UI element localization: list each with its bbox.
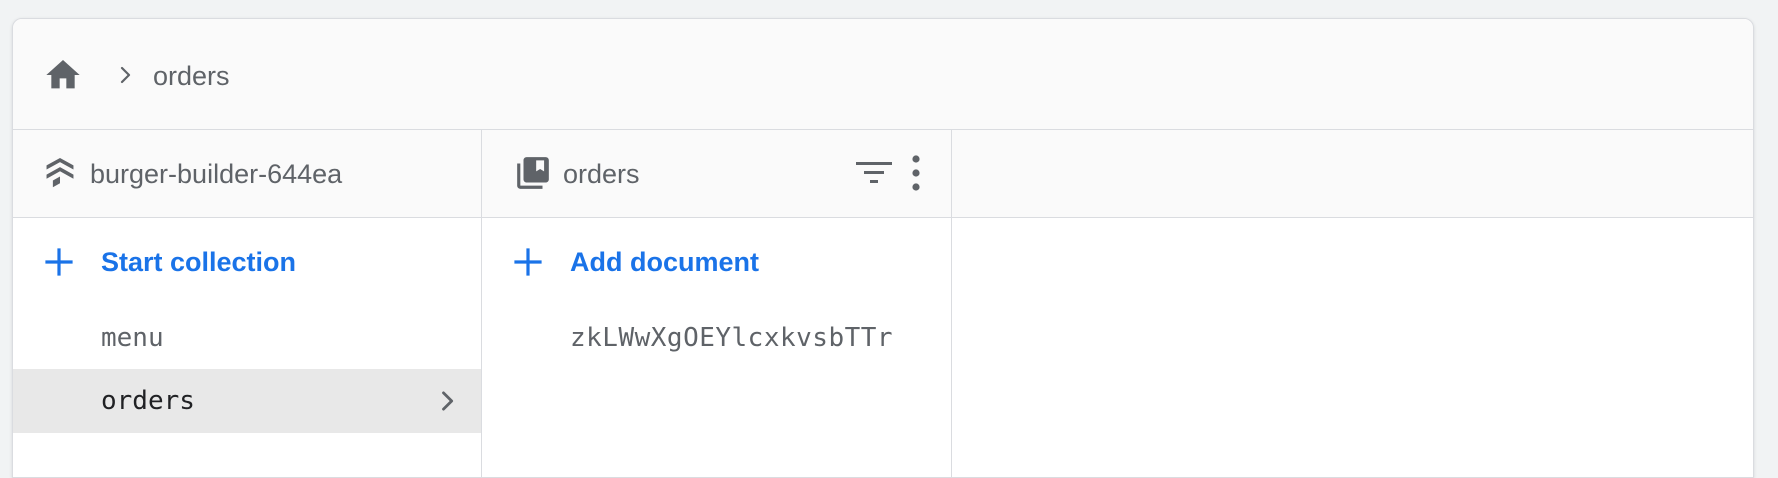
collection-panel-header: orders (482, 130, 951, 218)
data-panels: burger-builder-644ea Start collection me… (13, 130, 1753, 477)
collection-title: orders (563, 159, 640, 189)
document-panel-header (952, 130, 1753, 218)
collection-panel: orders Add document zkLWwXgOEYlcxkvsbTTr (482, 130, 952, 477)
collection-item-label: menu (101, 323, 164, 353)
plus-icon (514, 248, 542, 276)
document-id: zkLWwXgOEYlcxkvsbTTr (570, 323, 894, 353)
collection-icon (517, 157, 549, 189)
more-vert-icon[interactable] (904, 152, 928, 194)
firestore-stack-icon (46, 157, 74, 188)
root-panel-header: burger-builder-644ea (13, 130, 481, 218)
filter-icon[interactable] (854, 156, 894, 190)
collection-item-menu[interactable]: menu (13, 306, 481, 370)
project-title: burger-builder-644ea (90, 159, 343, 189)
breadcrumb-current[interactable]: orders (153, 61, 230, 91)
add-document-button[interactable]: Add document (482, 218, 951, 306)
breadcrumb: orders (13, 19, 1753, 130)
plus-icon (45, 248, 73, 276)
collection-item-orders[interactable]: orders (13, 369, 481, 433)
chevron-right-icon (120, 66, 131, 84)
collection-item-label: orders (101, 386, 195, 416)
chevron-right-icon (442, 391, 454, 411)
firestore-data-card: orders burger-builder-644ea Start collec… (12, 18, 1754, 478)
start-collection-label: Start collection (101, 247, 297, 277)
add-document-label: Add document (570, 247, 759, 277)
home-icon[interactable] (43, 55, 83, 95)
document-item[interactable]: zkLWwXgOEYlcxkvsbTTr (482, 306, 951, 370)
document-panel (952, 130, 1753, 477)
root-panel: burger-builder-644ea Start collection me… (13, 130, 482, 477)
start-collection-button[interactable]: Start collection (13, 218, 481, 306)
